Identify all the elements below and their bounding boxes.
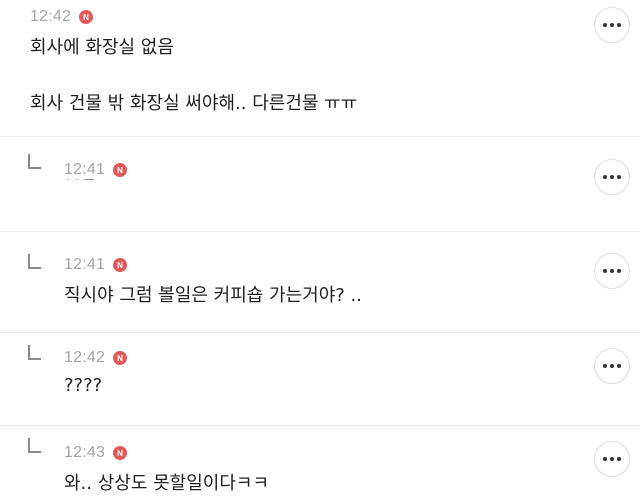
reply-item: 12:42 N ???? [0,333,640,426]
more-options-button[interactable] [594,348,630,384]
new-badge: N [113,258,128,272]
more-options-button[interactable] [594,441,630,477]
new-badge: N [113,351,128,365]
reply-arrow-icon [28,438,41,453]
comment-timestamp: 12:42 [30,8,72,25]
comment-meta: 12:41 N [64,161,128,179]
comment-meta: 12:42 N [64,349,128,367]
more-options-button[interactable] [594,159,630,195]
comment-timestamp: 12:41 [64,161,106,178]
new-badge: N [79,10,94,24]
more-dots-icon [603,175,607,179]
comment-text-line-1: 회사에 화장실 없음 [30,37,174,58]
reply-item: 12:43 N 와.. 상상도 못할일이다ㅋㅋ [0,426,640,502]
more-dots-icon [603,364,607,368]
comment-text: 와.. 상상도 못할일이다ㅋㅋ [64,473,270,494]
new-badge: N [113,446,128,460]
comment-meta: 12:43 N [64,444,128,462]
comment-text-line-2: 회사 건물 밖 화장실 써야해.. 다른건물 ㅠㅠ [30,93,358,114]
comment-timestamp: 12:42 [64,349,106,366]
comment-timestamp: 12:43 [64,444,106,461]
reply-arrow-icon [28,154,41,169]
more-options-button[interactable] [594,253,630,289]
comment-text: 직시야 그럼 볼일은 커피숍 가는거야? .. [64,285,363,306]
comment-item: 12:42 N 회사에 화장실 없음 회사 건물 밖 화장실 써야해.. 다른건… [0,0,640,137]
comment-meta: 12:42 N [30,8,94,26]
comment-text: ???? [64,375,103,396]
comment-meta: 12:41 N [64,256,128,274]
comment-text: ㅅㅂ [64,179,97,187]
comment-timestamp: 12:41 [64,256,106,273]
reply-item: 12:41 N 직시야 그럼 볼일은 커피숍 가는거야? .. [0,232,640,333]
reply-arrow-icon [28,345,41,360]
comment-text-clipped: ㅅㅂ [64,179,97,188]
new-badge: N [113,163,128,177]
more-options-button[interactable] [594,7,630,43]
more-dots-icon [603,23,607,27]
more-dots-icon [603,269,607,273]
more-dots-icon [603,457,607,461]
reply-arrow-icon [28,254,41,269]
